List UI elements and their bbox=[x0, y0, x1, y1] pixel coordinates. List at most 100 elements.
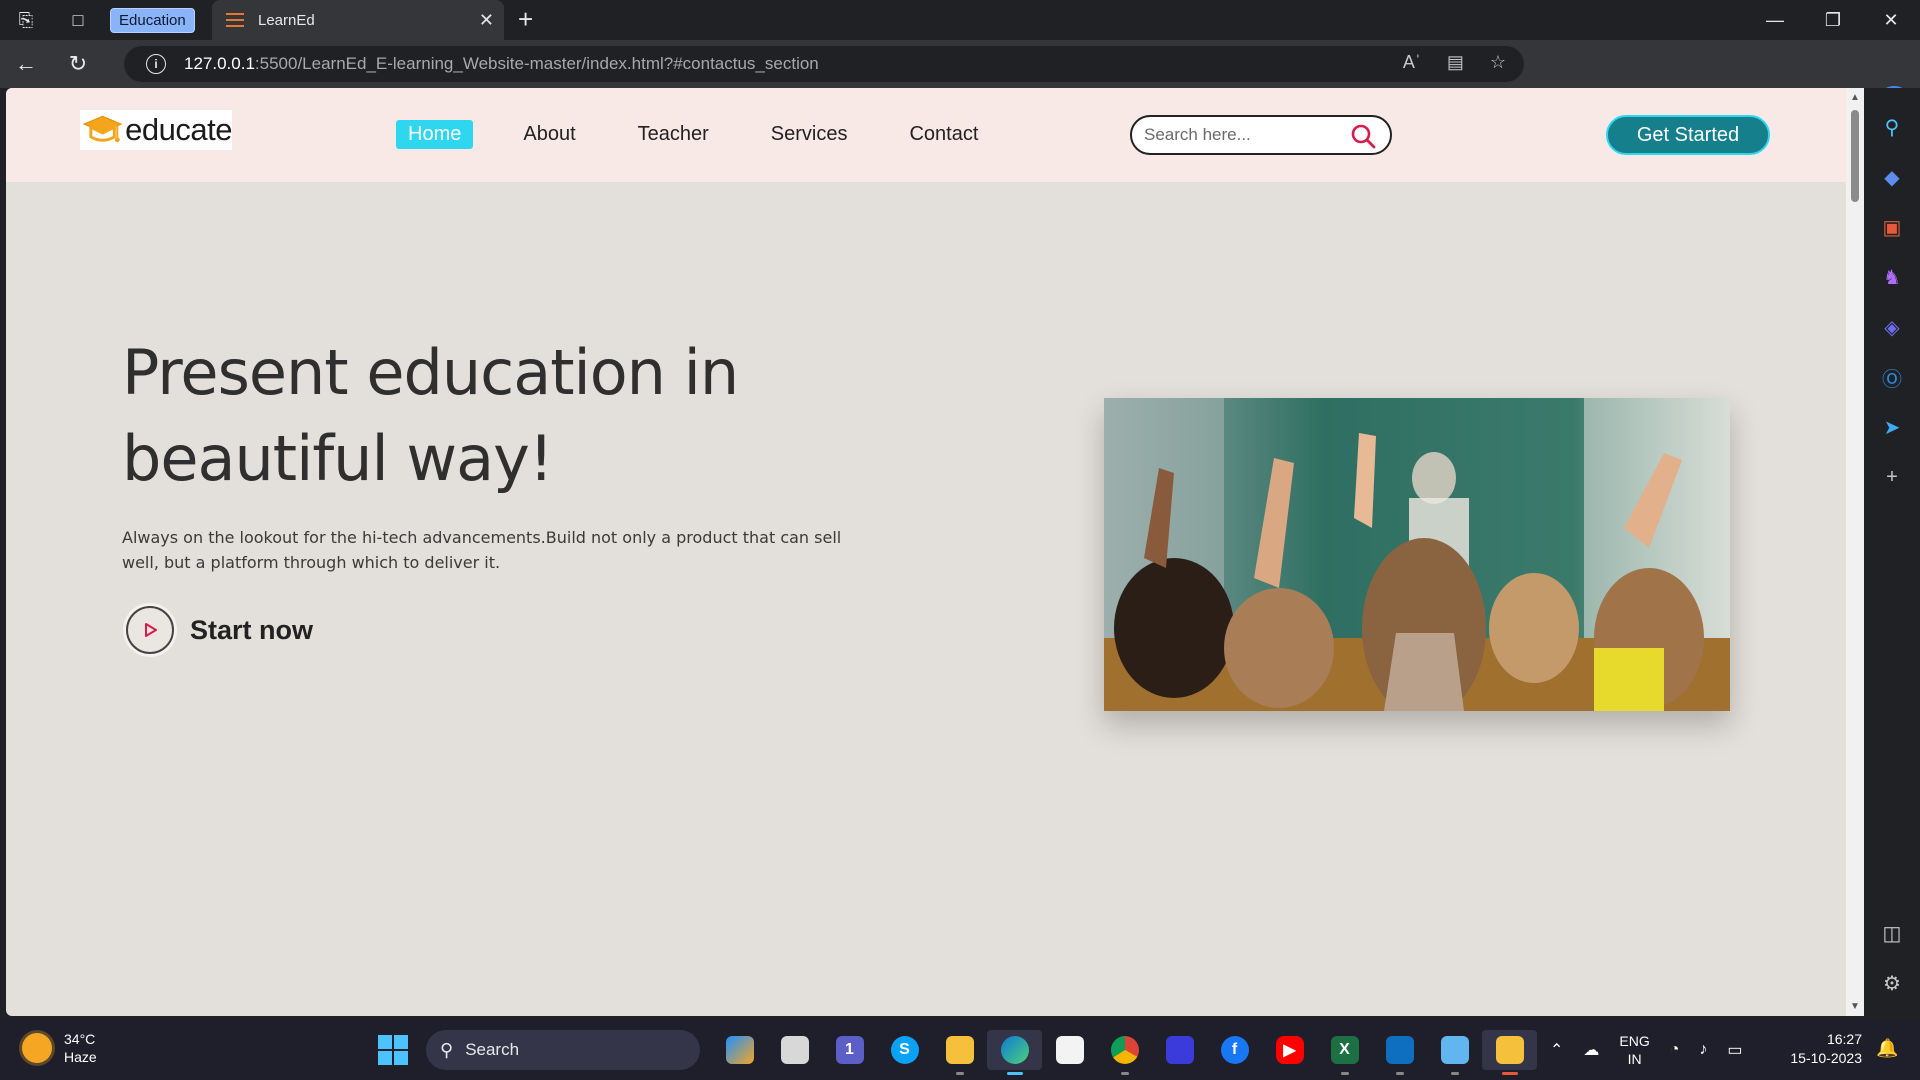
play-icon[interactable] bbox=[126, 606, 174, 654]
settings-gear-icon[interactable]: ⚙ bbox=[1864, 958, 1920, 1008]
add-icon[interactable]: + bbox=[1864, 452, 1920, 502]
wifi-icon[interactable]: ◔ bbox=[1670, 1041, 1680, 1059]
excel-app[interactable]: X bbox=[1317, 1030, 1372, 1075]
graduation-cap-icon bbox=[82, 115, 123, 143]
onedrive-cloud-icon[interactable]: ☁ bbox=[1583, 1040, 1599, 1060]
volume-icon[interactable]: ♪ bbox=[1699, 1041, 1707, 1059]
omnibox-actions: Aˈ ▤ ☆ bbox=[1403, 52, 1506, 73]
games-icon[interactable]: ♞ bbox=[1864, 252, 1920, 302]
start-now-label: Start now bbox=[190, 614, 314, 645]
copilot-app-icon bbox=[725, 1036, 754, 1064]
window-controls: — ❐ ✕ bbox=[1746, 0, 1920, 40]
scroll-up-icon[interactable]: ▲ bbox=[1850, 92, 1860, 103]
teams-icon: 1 bbox=[835, 1036, 864, 1064]
hero-subtitle: Always on the lookout for the hi-tech ad… bbox=[122, 528, 842, 572]
search-icon: ⚲ bbox=[440, 1039, 454, 1060]
youtube-app[interactable]: ▶ bbox=[1262, 1030, 1317, 1070]
notification-bell-icon[interactable]: 🔔 bbox=[1876, 1038, 1898, 1059]
url-host: 127.0.0.1 bbox=[184, 54, 255, 73]
edge-app[interactable] bbox=[987, 1030, 1042, 1075]
lang-1: ENG bbox=[1619, 1033, 1650, 1049]
microsoft-365-icon[interactable]: ◈ bbox=[1864, 302, 1920, 352]
back-icon[interactable]: ← bbox=[0, 40, 52, 88]
browser-titlebar: ⎘ □ Education LearnEd ✕ + — ❐ ✕ bbox=[0, 0, 1920, 40]
time: 16:27 bbox=[1826, 1031, 1862, 1047]
weather-temp: 34°C bbox=[64, 1031, 96, 1047]
classroom-image bbox=[1104, 398, 1730, 711]
hide-sidebar-icon[interactable]: ◫ bbox=[1864, 908, 1920, 958]
page-scrollbar[interactable]: ▲ ▼ bbox=[1846, 88, 1864, 1016]
close-tab-icon[interactable]: ✕ bbox=[479, 10, 494, 31]
chrome-app[interactable] bbox=[1097, 1030, 1152, 1075]
tab-actions-icon[interactable]: □ bbox=[52, 0, 104, 40]
store-app[interactable] bbox=[1042, 1030, 1097, 1070]
restore-icon[interactable]: ❐ bbox=[1804, 0, 1862, 40]
scroll-thumb[interactable] bbox=[1851, 110, 1859, 202]
taskbar-search[interactable]: ⚲ Search bbox=[426, 1030, 700, 1070]
sticky-app[interactable] bbox=[1482, 1030, 1537, 1075]
windows-taskbar: 34°C Haze ⚲ Search 1 S f ▶ X ⌃ ☁ ENG IN … bbox=[0, 1020, 1920, 1080]
excel-icon: X bbox=[1330, 1036, 1359, 1064]
web-page: educate Home About Teacher Services Cont… bbox=[6, 88, 1846, 1016]
weather-desc: Haze bbox=[64, 1049, 97, 1065]
pen-app-icon bbox=[1165, 1036, 1194, 1064]
hero-title: Present education in beautiful way! bbox=[122, 336, 739, 495]
notion-app[interactable] bbox=[1152, 1030, 1207, 1070]
search-input[interactable] bbox=[1144, 125, 1344, 145]
site-info-icon[interactable]: i bbox=[146, 54, 166, 74]
weather-widget[interactable]: 34°C Haze bbox=[22, 1030, 97, 1066]
tab-learned[interactable]: LearnEd ✕ bbox=[212, 0, 504, 40]
address-bar[interactable]: i 127.0.0.1:5500/LearnEd_E-learning_Webs… bbox=[124, 46, 1524, 82]
refresh-icon[interactable]: ↻ bbox=[52, 40, 104, 88]
tools-icon[interactable]: ▣ bbox=[1864, 202, 1920, 252]
nav-teacher[interactable]: Teacher bbox=[626, 120, 721, 149]
get-started-button[interactable]: Get Started bbox=[1606, 115, 1770, 155]
youtube-icon: ▶ bbox=[1275, 1036, 1304, 1064]
chevron-up-icon[interactable]: ⌃ bbox=[1550, 1040, 1563, 1060]
pinned-apps: 1 S f ▶ X bbox=[712, 1030, 1537, 1075]
send-icon[interactable]: ➤ bbox=[1864, 402, 1920, 452]
nav-services[interactable]: Services bbox=[759, 120, 860, 149]
minimize-icon[interactable]: — bbox=[1746, 0, 1804, 40]
shopping-tag-icon[interactable]: ◆ bbox=[1864, 152, 1920, 202]
new-tab-icon[interactable]: + bbox=[518, 4, 533, 35]
language-indicator[interactable]: ENG IN bbox=[1619, 1032, 1649, 1068]
notepad-app[interactable] bbox=[1427, 1030, 1482, 1075]
task-view-app[interactable] bbox=[767, 1030, 822, 1070]
file-explorer-app[interactable] bbox=[932, 1030, 987, 1075]
vscode-app[interactable] bbox=[1372, 1030, 1427, 1075]
site-logo[interactable]: educate bbox=[80, 110, 232, 150]
sun-haze-icon bbox=[22, 1033, 52, 1063]
facebook-app[interactable]: f bbox=[1207, 1030, 1262, 1070]
outlook-icon[interactable]: Ⓞ bbox=[1864, 352, 1920, 402]
site-search bbox=[1130, 115, 1392, 155]
start-now-button[interactable]: Start now bbox=[126, 606, 313, 654]
tab-group-label[interactable]: Education bbox=[110, 7, 195, 33]
store-icon bbox=[1055, 1036, 1084, 1064]
battery-icon[interactable]: ▭ bbox=[1727, 1040, 1742, 1060]
edge-sidebar: ⚲ ◆ ▣ ♞ ◈ Ⓞ ➤ + ◫ ⚙ bbox=[1864, 88, 1920, 1016]
teams-app[interactable]: 1 bbox=[822, 1030, 877, 1070]
chrome-icon bbox=[1110, 1036, 1139, 1064]
clock[interactable]: 16:27 15-10-2023 bbox=[1786, 1030, 1862, 1068]
skype-icon: S bbox=[890, 1036, 919, 1064]
skype-app[interactable]: S bbox=[877, 1030, 932, 1070]
nav-home[interactable]: Home bbox=[396, 120, 474, 149]
taskbar-search-label: Search bbox=[465, 1040, 520, 1059]
search-sidebar-icon[interactable]: ⚲ bbox=[1864, 102, 1920, 152]
favorite-star-icon[interactable]: ☆ bbox=[1490, 52, 1506, 73]
folder-icon bbox=[945, 1036, 974, 1064]
close-window-icon[interactable]: ✕ bbox=[1862, 0, 1920, 40]
nav-contact[interactable]: Contact bbox=[897, 120, 990, 149]
browser-toolbar: ← ↻ i 127.0.0.1:5500/LearnEd_E-learning_… bbox=[0, 40, 1920, 122]
copilot-pre-app[interactable] bbox=[712, 1030, 767, 1070]
windows-start-icon[interactable] bbox=[378, 1035, 408, 1065]
workspaces-icon[interactable]: ⎘ bbox=[0, 0, 52, 40]
file-icon bbox=[1495, 1036, 1524, 1064]
scroll-down-icon[interactable]: ▼ bbox=[1850, 1001, 1860, 1012]
read-aloud-icon[interactable]: Aˈ bbox=[1403, 52, 1421, 73]
search-icon[interactable] bbox=[1350, 123, 1376, 149]
nav-about[interactable]: About bbox=[511, 120, 587, 149]
immersive-reader-icon[interactable]: ▤ bbox=[1447, 52, 1464, 73]
main-nav: Home About Teacher Services Contact bbox=[396, 120, 990, 149]
